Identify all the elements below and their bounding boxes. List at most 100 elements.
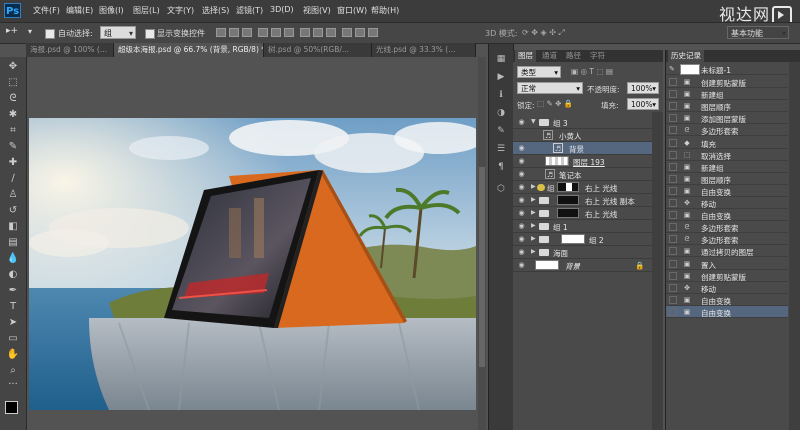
history-brush-icon[interactable]: ↺ [5, 205, 21, 217]
layer-row[interactable]: ◉ ▶ 海面 [513, 246, 652, 259]
history-brush-source-box[interactable] [669, 174, 677, 183]
layer-kind-filter[interactable]: 类型 [517, 66, 561, 79]
history-panel-icon[interactable]: ▦ [495, 54, 507, 65]
history-item[interactable]: ▣ 新建组 [666, 161, 788, 173]
history-brush-source-box[interactable] [669, 235, 677, 244]
history-brush-source-box[interactable] [669, 102, 677, 111]
3d-panel-icon[interactable]: ⬡ [495, 184, 507, 195]
lasso-tool-icon[interactable]: ᘓ [5, 93, 21, 105]
properties-panel-icon[interactable]: ☰ [495, 144, 507, 155]
history-brush-source-box[interactable] [669, 271, 677, 280]
info-panel-icon[interactable]: ℹ [495, 90, 507, 101]
zoom-tool-icon[interactable]: ⌕ [5, 365, 21, 377]
distribute-top-icon[interactable] [300, 28, 310, 37]
history-brush-source-box[interactable] [669, 247, 677, 256]
pen-tool-icon[interactable]: ✒ [5, 285, 21, 297]
eye-icon[interactable]: ◉ [517, 196, 526, 204]
tab-channels[interactable]: 通道 [539, 50, 560, 62]
distribute-hcenter-icon[interactable] [355, 28, 365, 37]
eye-icon[interactable]: ◉ [517, 248, 526, 256]
brush-source-icon[interactable]: ✎ [669, 65, 675, 73]
menu-select[interactable]: 选择(S) [202, 5, 229, 16]
history-brush-source-box[interactable] [669, 211, 677, 220]
healing-brush-icon[interactable]: ✚ [5, 157, 21, 169]
canvas-vertical-scrollbar[interactable] [478, 57, 486, 430]
layer-row[interactable]: ♬ 小黄人 [513, 129, 652, 142]
history-brush-source-box[interactable] [669, 223, 677, 232]
tab-history[interactable]: 历史记录 [668, 50, 704, 62]
clone-stamp-icon[interactable]: ♙ [5, 189, 21, 201]
blur-tool-icon[interactable]: 💧 [5, 253, 21, 265]
history-item[interactable]: ✥ 移动 [666, 282, 788, 294]
crop-tool-icon[interactable]: ⌗ [5, 125, 21, 137]
auto-select-dropdown[interactable]: 组 [100, 26, 136, 40]
align-left-icon[interactable] [258, 28, 268, 37]
history-brush-source-box[interactable] [669, 295, 677, 304]
opacity-input[interactable]: 100% [627, 82, 659, 95]
distribute-bottom-icon[interactable] [326, 28, 336, 37]
show-transform-checkbox[interactable] [145, 29, 155, 39]
paragraph-panel-icon[interactable]: ¶ [495, 162, 507, 173]
type-tool-icon[interactable]: T [5, 301, 21, 313]
history-brush-source-box[interactable] [669, 283, 677, 292]
menu-filter[interactable]: 滤镜(T) [236, 5, 263, 16]
document-canvas[interactable] [29, 118, 476, 410]
expand-arrow-icon[interactable]: ▶ [531, 222, 536, 229]
history-scrollbar[interactable] [789, 62, 800, 430]
history-item[interactable]: ▣ 自由变换 [666, 209, 788, 222]
layers-scrollbar[interactable] [652, 112, 663, 430]
auto-select-checkbox[interactable] [45, 29, 55, 39]
expand-arrow-icon[interactable]: ▶ [531, 196, 536, 203]
history-item[interactable]: ᘓ 多边形套索 [666, 124, 788, 137]
expand-arrow-icon[interactable]: ▶ [531, 209, 536, 216]
history-item[interactable]: ▣ 置入 [666, 258, 788, 270]
layer-filter-icons[interactable]: ▣ ◎ T ⬚ ▤ [571, 67, 613, 76]
tool-preset-dropdown-icon[interactable]: ▾ [28, 27, 32, 36]
menu-image[interactable]: 图像(I) [99, 5, 124, 16]
doc-tab-light[interactable]: 光线.psd @ 33.3% (... [372, 43, 476, 57]
distribute-left-icon[interactable] [342, 28, 352, 37]
eye-icon[interactable]: ◉ [517, 183, 526, 191]
eyedropper-icon[interactable]: ✎ [5, 141, 21, 153]
menu-type[interactable]: 文字(Y) [167, 5, 194, 16]
path-select-icon[interactable]: ➤ [5, 317, 21, 329]
history-item[interactable]: ▣ 自由变换 [666, 305, 788, 318]
align-bottom-icon[interactable] [242, 28, 252, 37]
expand-arrow-icon[interactable]: ▶ [531, 235, 536, 242]
history-brush-source-box[interactable] [669, 150, 677, 159]
history-brush-source-box[interactable] [669, 199, 677, 207]
history-brush-source-box[interactable] [669, 114, 677, 123]
menu-window[interactable]: 窗口(W) [337, 5, 367, 16]
layer-row[interactable]: ◉ ♬ 笔记本 [513, 168, 652, 181]
3d-tools-icon[interactable]: ⟳ ✥ ◈ ✣ ⤢ [522, 28, 565, 38]
history-item[interactable]: ▣ 自由变换 [666, 294, 788, 306]
fill-input[interactable]: 100% [627, 98, 659, 111]
eye-icon[interactable]: ◉ [517, 144, 526, 152]
eye-icon[interactable]: ◉ [517, 170, 526, 178]
shape-tool-icon[interactable]: ▭ [5, 333, 21, 345]
history-item[interactable]: ✥ 移动 [666, 197, 788, 210]
history-item[interactable]: ▣ 新建组 [666, 88, 788, 101]
eraser-tool-icon[interactable]: ◧ [5, 221, 21, 233]
lock-icons[interactable]: ⬚ ✎ ✥ 🔒 [537, 99, 573, 108]
history-item[interactable]: ▣ 图层顺序 [666, 173, 788, 185]
history-item[interactable]: ◆ 填充 [666, 137, 788, 149]
history-brush-source-box[interactable] [669, 259, 677, 268]
hand-tool-icon[interactable]: ✋ [5, 349, 21, 361]
eye-icon[interactable]: ◉ [517, 235, 526, 243]
align-top-icon[interactable] [216, 28, 226, 37]
history-snapshot[interactable]: ✎ 未标题-1 [666, 63, 788, 76]
expand-arrow-icon[interactable]: ▼ [531, 118, 536, 125]
history-brush-source-box[interactable] [669, 186, 677, 195]
eye-icon[interactable]: ◉ [517, 209, 526, 217]
history-item[interactable]: ▣ 创建剪贴蒙版 [666, 270, 788, 282]
eye-icon[interactable]: ◉ [517, 118, 526, 126]
history-item[interactable]: ▣ 通过拷贝的图层 [666, 245, 788, 258]
distribute-vcenter-icon[interactable] [313, 28, 323, 37]
move-tool-icon[interactable]: ✥ [5, 61, 21, 73]
eye-icon[interactable]: ◉ [517, 261, 526, 269]
doc-tab-haibao[interactable]: 海报.psd @ 100% (... [26, 43, 114, 57]
history-brush-source-box[interactable] [669, 138, 677, 147]
distribute-right-icon[interactable] [368, 28, 378, 37]
history-brush-source-box[interactable] [669, 307, 677, 316]
